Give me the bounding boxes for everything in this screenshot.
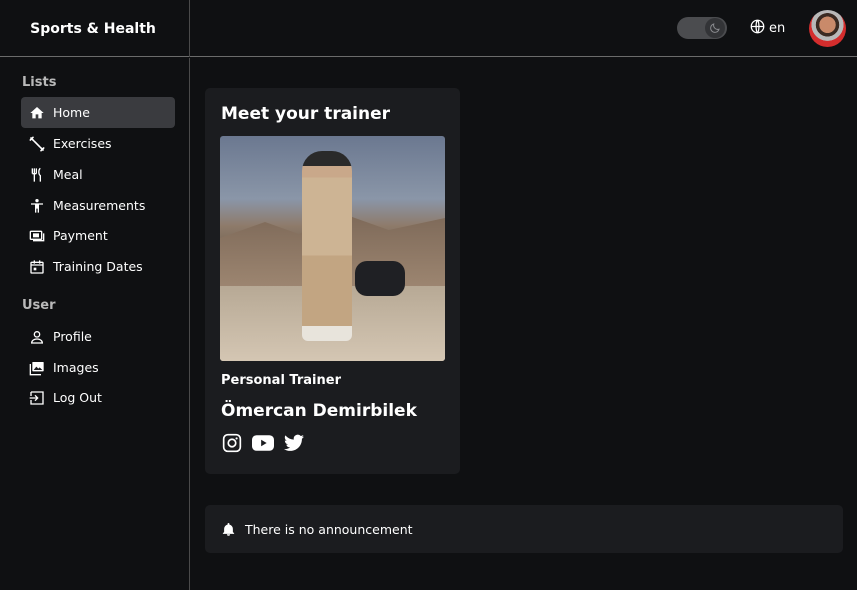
sidebar-item-home[interactable]: Home xyxy=(21,97,175,128)
sidebar-item-label: Home xyxy=(53,105,90,120)
theme-toggle[interactable] xyxy=(677,17,727,39)
images-icon xyxy=(21,360,53,376)
card-title: Meet your trainer xyxy=(221,104,391,124)
youtube-icon[interactable] xyxy=(252,433,274,453)
sidebar-item-log-out[interactable]: Log Out xyxy=(21,382,175,413)
trainer-role: Personal Trainer xyxy=(221,373,341,388)
money-icon xyxy=(21,228,53,244)
sidebar-item-label: Measurements xyxy=(53,198,146,213)
top-header: Sports & Health en xyxy=(0,0,857,57)
sidebar: Lists Home Exercises Meal Measurements P… xyxy=(0,58,190,590)
brand-title[interactable]: Sports & Health xyxy=(0,0,190,57)
sidebar-item-training-dates[interactable]: Training Dates xyxy=(21,251,175,282)
calendar-icon xyxy=(21,259,53,275)
sidebar-item-label: Meal xyxy=(53,167,83,182)
sidebar-item-images[interactable]: Images xyxy=(21,352,175,383)
bell-icon xyxy=(221,522,245,537)
trainer-card: Meet your trainer Personal Trainer Ömerc… xyxy=(205,88,460,474)
sidebar-item-label: Profile xyxy=(53,329,92,344)
header-divider xyxy=(189,0,190,57)
sidebar-item-profile[interactable]: Profile xyxy=(21,321,175,352)
section-title-user: User xyxy=(22,298,56,313)
trainer-name: Ömercan Demirbilek xyxy=(221,401,417,421)
sidebar-item-label: Log Out xyxy=(53,390,102,405)
social-links xyxy=(221,433,305,453)
home-icon xyxy=(21,105,53,121)
sidebar-item-label: Training Dates xyxy=(53,259,143,274)
instagram-icon[interactable] xyxy=(221,433,243,453)
moon-icon xyxy=(705,18,725,38)
announcement-bar: There is no announcement xyxy=(205,505,843,553)
section-title-lists: Lists xyxy=(22,75,57,90)
utensils-icon xyxy=(21,167,53,183)
logout-icon xyxy=(21,390,53,406)
announcement-text: There is no announcement xyxy=(245,521,413,537)
dumbbell-icon xyxy=(21,136,53,152)
sidebar-item-label: Images xyxy=(53,360,99,375)
language-code: en xyxy=(769,20,786,36)
twitter-icon[interactable] xyxy=(283,433,305,453)
sidebar-item-exercises[interactable]: Exercises xyxy=(21,128,175,159)
sidebar-item-meal[interactable]: Meal xyxy=(21,159,175,190)
person-icon xyxy=(21,198,53,214)
avatar[interactable] xyxy=(809,10,846,47)
user-icon xyxy=(21,329,53,345)
trainer-photo xyxy=(220,136,445,361)
sidebar-item-payment[interactable]: Payment xyxy=(21,220,175,251)
language-selector[interactable]: en xyxy=(750,19,785,37)
sidebar-item-label: Exercises xyxy=(53,136,112,151)
globe-icon xyxy=(750,19,765,38)
sidebar-item-measurements[interactable]: Measurements xyxy=(21,190,175,221)
sidebar-item-label: Payment xyxy=(53,228,108,243)
